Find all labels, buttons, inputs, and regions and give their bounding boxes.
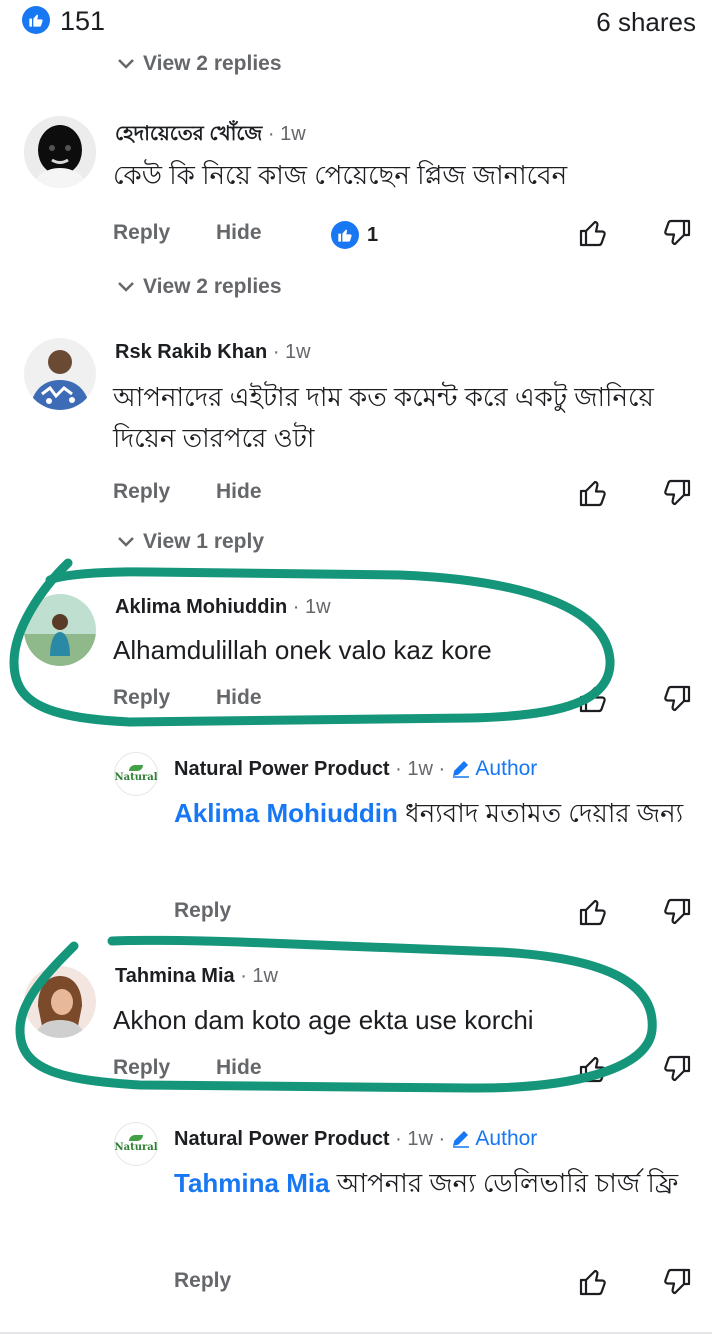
- divider: [0, 1332, 712, 1334]
- thumbs-down-icon[interactable]: [662, 218, 692, 248]
- commenter-name-text[interactable]: Rsk Rakib Khan: [115, 341, 267, 363]
- shares-count[interactable]: 6 shares: [596, 7, 696, 38]
- natural-logo-avatar[interactable]: Natural: [114, 752, 158, 796]
- reaction-count: 1: [367, 223, 379, 246]
- comment-text: Aklima Mohiuddin ধন্যবাদ মতামত দেয়ার জন…: [174, 793, 694, 834]
- commenter-name[interactable]: Natural Power Product · 1w · Author: [174, 1127, 537, 1151]
- comment-time: · 1w: [272, 341, 311, 363]
- like-count[interactable]: 151: [60, 6, 105, 37]
- comment-text: Alhamdulillah onek valo kaz kore: [113, 635, 492, 665]
- comment-time: · 1w: [240, 965, 279, 987]
- thumbs-down-icon[interactable]: [662, 897, 692, 927]
- thumbs-up-icon[interactable]: [578, 1054, 608, 1084]
- reply-button[interactable]: Reply: [113, 1056, 170, 1080]
- author-label: Author: [475, 757, 538, 780]
- thumbs-down-icon[interactable]: [662, 684, 692, 714]
- view-replies-link[interactable]: View 2 replies: [117, 275, 282, 299]
- comment-reaction-count[interactable]: 1: [331, 221, 378, 249]
- reply-button[interactable]: Reply: [113, 480, 170, 504]
- view-replies-link[interactable]: View 1 reply: [117, 530, 264, 554]
- reply-button[interactable]: Reply: [113, 686, 170, 710]
- mention-link[interactable]: Tahmina Mia: [174, 1168, 330, 1198]
- avatar[interactable]: [24, 338, 96, 410]
- chevron-down-icon: [118, 537, 134, 547]
- commenter-name-text[interactable]: Natural Power Product: [174, 1128, 390, 1150]
- comment-time: · 1w: [267, 123, 306, 145]
- comment-time: · 1w ·: [395, 758, 446, 780]
- thumbs-up-icon[interactable]: [578, 218, 608, 248]
- view-replies-link[interactable]: View 2 replies: [117, 52, 282, 76]
- reply-button[interactable]: Reply: [113, 221, 170, 245]
- commenter-name-text[interactable]: হেদায়েতের খোঁজে: [115, 123, 262, 145]
- comment-time: · 1w ·: [395, 1128, 446, 1150]
- commenter-name[interactable]: Rsk Rakib Khan · 1w: [115, 341, 311, 364]
- avatar[interactable]: [24, 966, 96, 1038]
- like-reaction-icon[interactable]: [22, 6, 50, 34]
- thumbs-down-icon[interactable]: [662, 1267, 692, 1297]
- comment-time: · 1w: [292, 596, 331, 618]
- author-label: Author: [475, 1127, 538, 1150]
- commenter-name[interactable]: হেদায়েতের খোঁজে · 1w: [115, 119, 306, 152]
- commenter-name[interactable]: Tahmina Mia · 1w: [115, 965, 278, 988]
- leaf-icon: [129, 1135, 143, 1141]
- reply-body: ধন্যবাদ মতামত দেয়ার জন্য: [405, 798, 684, 828]
- comment-text: Tahmina Mia আপনার জন্য ডেলিভারি চার্জ ফ্…: [174, 1163, 694, 1204]
- chevron-down-icon: [118, 59, 134, 69]
- thumbs-up-icon[interactable]: [578, 684, 608, 714]
- view-replies-label: View 1 reply: [143, 530, 265, 553]
- hide-button[interactable]: Hide: [216, 1056, 262, 1080]
- commenter-name[interactable]: Aklima Mohiuddin · 1w: [115, 596, 331, 619]
- pencil-icon: [452, 1130, 469, 1148]
- reply-body: আপনার জন্য ডেলিভারি চার্জ ফ্রি: [336, 1168, 679, 1198]
- reply-button[interactable]: Reply: [174, 1269, 231, 1293]
- thumbs-up-icon[interactable]: [578, 478, 608, 508]
- commenter-name-text[interactable]: Aklima Mohiuddin: [115, 596, 287, 618]
- thumbs-down-icon[interactable]: [662, 1054, 692, 1084]
- comment-text: কেউ কি নিয়ে কাজ পেয়েছেন প্লিজ জানাবেন: [113, 160, 568, 190]
- logo-text: Natural: [114, 1142, 158, 1153]
- avatar[interactable]: [24, 594, 96, 666]
- hide-button[interactable]: Hide: [216, 480, 262, 504]
- natural-logo-avatar[interactable]: Natural: [114, 1122, 158, 1166]
- reply-button[interactable]: Reply: [174, 899, 231, 923]
- author-badge: Author: [451, 1127, 538, 1150]
- hide-button[interactable]: Hide: [216, 686, 262, 710]
- thumbs-up-icon[interactable]: [578, 1267, 608, 1297]
- author-badge: Author: [451, 757, 538, 780]
- mention-link[interactable]: Aklima Mohiuddin: [174, 798, 398, 828]
- commenter-name-text[interactable]: Natural Power Product: [174, 758, 390, 780]
- view-replies-label: View 2 replies: [143, 52, 282, 75]
- like-reaction-icon: [331, 221, 359, 249]
- avatar[interactable]: [24, 116, 96, 188]
- view-replies-label: View 2 replies: [143, 275, 282, 298]
- commenter-name[interactable]: Natural Power Product · 1w · Author: [174, 757, 537, 781]
- thumbs-up-icon[interactable]: [578, 897, 608, 927]
- commenter-name-text[interactable]: Tahmina Mia: [115, 965, 235, 987]
- comment-text: Akhon dam koto age ekta use korchi: [113, 1005, 534, 1035]
- leaf-icon: [129, 765, 143, 771]
- logo-text: Natural: [114, 772, 158, 783]
- comment-text: আপনাদের এইটার দাম কত কমেন্ট করে একটু জান…: [113, 382, 654, 453]
- pencil-icon: [452, 760, 469, 778]
- thumbs-down-icon[interactable]: [662, 478, 692, 508]
- hide-button[interactable]: Hide: [216, 221, 262, 245]
- chevron-down-icon: [118, 282, 134, 292]
